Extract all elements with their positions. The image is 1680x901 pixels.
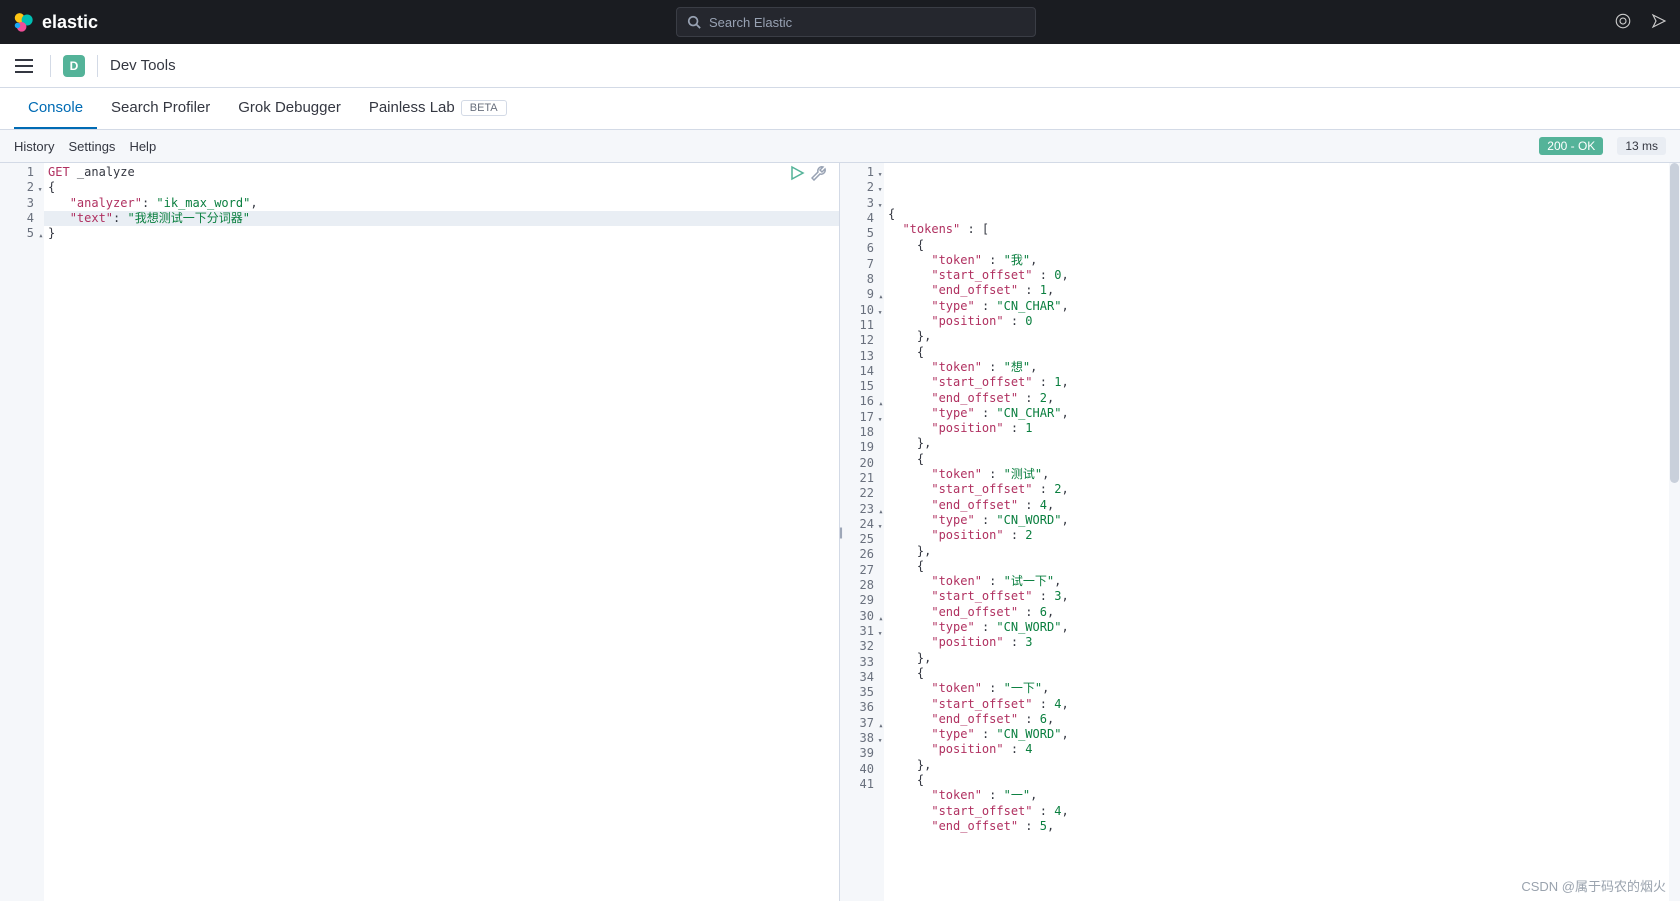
- response-time-badge: 13 ms: [1617, 137, 1666, 155]
- help-link[interactable]: Help: [129, 139, 156, 154]
- help-icon[interactable]: [1614, 12, 1632, 33]
- wrench-icon: [811, 165, 827, 181]
- space-selector[interactable]: D: [63, 55, 85, 77]
- request-options-button[interactable]: [811, 165, 827, 181]
- response-pane: 1234567891011121314151617181920212223242…: [840, 163, 1680, 901]
- tab-grok-debugger[interactable]: Grok Debugger: [224, 88, 355, 129]
- divider: [97, 55, 98, 77]
- beta-badge: BETA: [461, 100, 507, 116]
- editor-area: 12345 GET _analyze{ "analyzer": "ik_max_…: [0, 163, 1680, 901]
- request-gutter: 12345: [0, 163, 44, 901]
- brand-logo[interactable]: elastic: [12, 11, 98, 33]
- tab-painless-lab[interactable]: Painless LabBETA: [355, 88, 521, 129]
- newsfeed-icon[interactable]: [1650, 12, 1668, 33]
- elastic-logo-icon: [12, 11, 34, 33]
- response-scrollbar[interactable]: [1669, 163, 1680, 901]
- tab-search-profiler[interactable]: Search Profiler: [97, 88, 224, 129]
- hamburger-icon: [15, 59, 33, 73]
- response-status-badge: 200 - OK: [1539, 137, 1603, 155]
- global-search-input[interactable]: Search Elastic: [676, 7, 1036, 37]
- nav-menu-button[interactable]: [10, 52, 38, 80]
- response-viewer[interactable]: { "tokens" : [ { "token" : "我", "start_o…: [884, 163, 1680, 901]
- play-icon: [789, 165, 805, 181]
- search-placeholder: Search Elastic: [709, 15, 792, 30]
- devtools-tabs: ConsoleSearch ProfilerGrok DebuggerPainl…: [0, 88, 1680, 130]
- history-link[interactable]: History: [14, 139, 54, 154]
- top-nav-bar: elastic Search Elastic: [0, 0, 1680, 44]
- tab-console[interactable]: Console: [14, 88, 97, 129]
- watermark: CSDN @属于码农的烟火: [1521, 876, 1666, 895]
- search-icon: [687, 15, 701, 29]
- send-request-button[interactable]: [789, 165, 805, 181]
- divider: [50, 55, 51, 77]
- page-title: Dev Tools: [110, 57, 176, 74]
- request-editor[interactable]: GET _analyze{ "analyzer": "ik_max_word",…: [44, 163, 839, 901]
- breadcrumb-bar: D Dev Tools: [0, 44, 1680, 88]
- pane-splitter[interactable]: ||: [839, 525, 841, 539]
- console-toolbar: History Settings Help 200 - OK 13 ms: [0, 130, 1680, 163]
- response-gutter: 1234567891011121314151617181920212223242…: [840, 163, 884, 901]
- brand-text: elastic: [42, 12, 98, 33]
- settings-link[interactable]: Settings: [68, 139, 115, 154]
- space-letter: D: [70, 59, 79, 73]
- request-pane: 12345 GET _analyze{ "analyzer": "ik_max_…: [0, 163, 840, 901]
